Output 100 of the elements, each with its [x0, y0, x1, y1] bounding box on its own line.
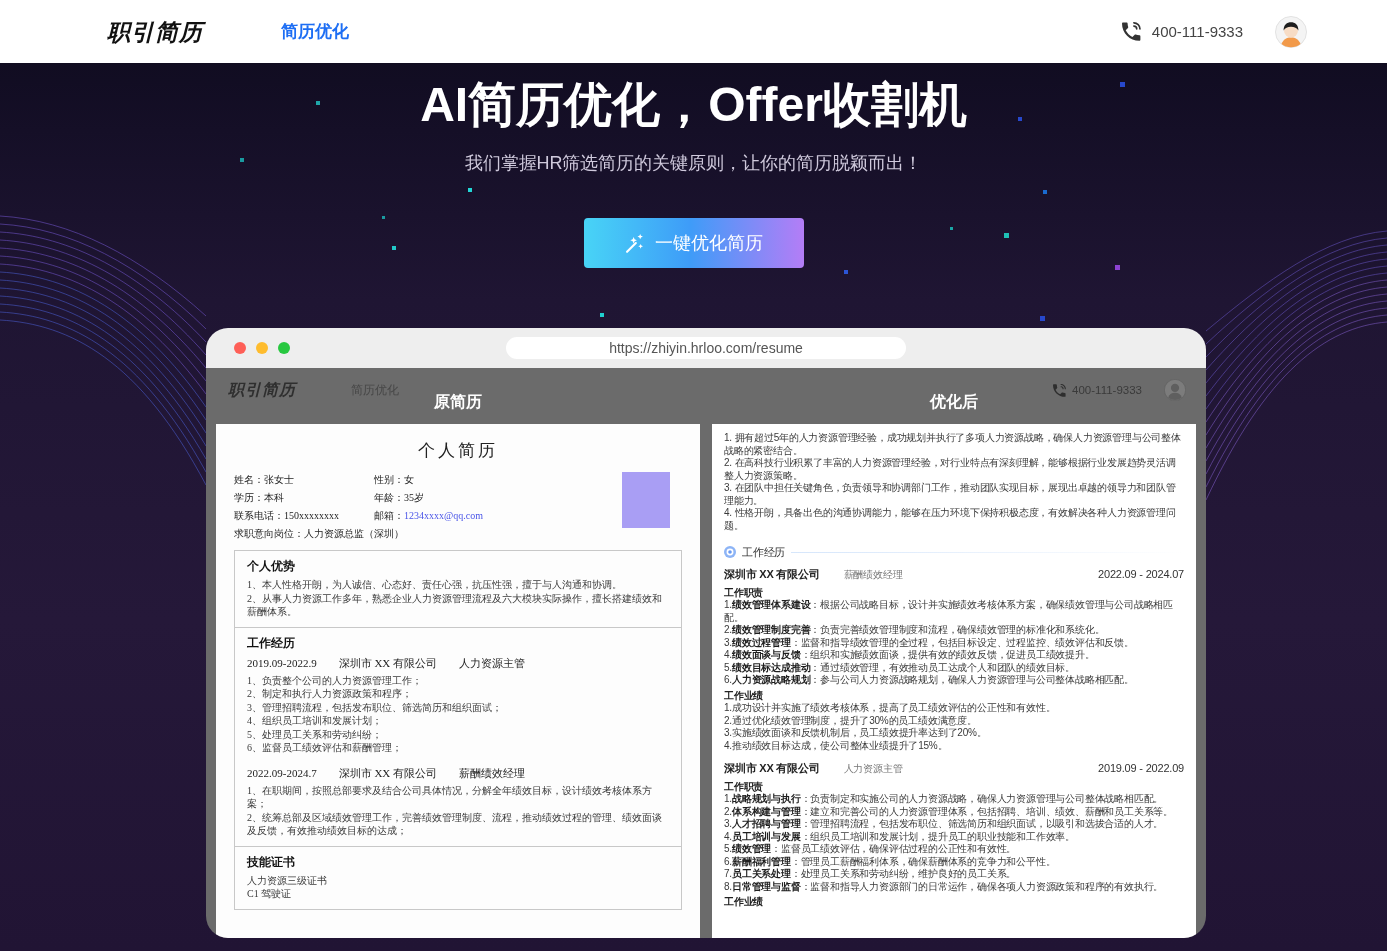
list-item: C1 驾驶证: [247, 887, 293, 901]
duty-item: 1、负责整个公司的人力资源管理工作；: [247, 673, 423, 687]
field-label: 年龄：: [374, 492, 404, 503]
company-name: 深圳市 XX 有限公司: [724, 761, 820, 775]
section-heading: 工作经历: [742, 545, 786, 559]
section-bullet-icon: [724, 546, 736, 558]
particle-icon: [382, 216, 385, 219]
duty-item: 4.推动绩效目标达成，使公司整体业绩提升了15%。: [724, 739, 949, 752]
field-value: 150xxxxxxxx: [284, 510, 339, 521]
job-period: 2022.09-2024.7: [247, 765, 317, 781]
email-link[interactable]: 1234xxxx@qq.com: [404, 510, 483, 521]
field-value: 张女士: [264, 474, 294, 485]
job-title: 薪酬绩效经理: [459, 765, 526, 781]
optimize-button[interactable]: 一键优化简历: [583, 218, 804, 268]
field-label: 姓名：: [234, 474, 264, 485]
particle-icon: [950, 227, 953, 230]
particle-icon: [844, 270, 848, 274]
site-logo[interactable]: 职引简历: [228, 380, 296, 400]
company-name: 深圳市 XX 有限公司: [338, 765, 438, 781]
particle-icon: [1043, 190, 1047, 194]
list-item: 1、本人性格开朗，为人诚信、心态好、责任心强，抗压性强，擅于与人沟通和协调。: [247, 578, 623, 592]
field-label: 性别：: [374, 474, 404, 485]
particle-icon: [392, 246, 396, 250]
duty-item: 5、处理员工关系和劳动纠纷；: [247, 727, 383, 741]
particle-icon: [468, 188, 472, 192]
job-title: 人力资源主管: [459, 655, 526, 671]
field-label: 联系电话：: [234, 510, 284, 521]
magic-wand-icon: [624, 232, 645, 254]
phone-icon: [1053, 383, 1067, 397]
field-label: 求职意向岗位：: [234, 528, 304, 539]
particle-icon: [1040, 316, 1045, 321]
advantage-item: 4. 性格开朗，具备出色的沟通协调能力，能够在压力环境下保持积极态度，有效解决各种人力资源管理问题。: [724, 507, 1177, 532]
particle-icon: [1120, 82, 1125, 87]
avatar-icon: [1164, 379, 1186, 401]
duty-item: 4.员工培训与发展：组织员工培训和发展计划，提升员工的职业技能和工作效率。: [724, 830, 1076, 843]
phone-icon: [1121, 22, 1141, 41]
duty-item: 3.绩效过程管理：监督和指导绩效管理的全过程，包括目标设定、过程监控、绩效评估和反馈。: [724, 636, 1135, 649]
duty-item: 2.通过优化绩效管理制度，提升了30%的员工绩效满意度。: [724, 714, 978, 727]
panel-label: 优化后: [930, 393, 978, 410]
advantage-item: 3. 在团队中担任关键角色，负责领导和协调部门工作，推动团队实现目标，展现出卓越的领导力和团队管理能力。: [724, 482, 1177, 507]
job-title: 人力资源主管: [843, 763, 903, 776]
nav-link[interactable]: 简历优化: [281, 19, 349, 44]
field-value: 本科: [264, 492, 284, 503]
window-control-icon: [234, 342, 246, 354]
window-control-icon: [278, 342, 290, 354]
hero-title: AI简历优化，Offer收割机: [420, 77, 967, 133]
company-name: 深圳市 XX 有限公司: [724, 567, 820, 581]
duty-item: 1、在职期间，按照总部要求及结合公司具体情况，分解全年绩效目标，设计绩效考核体系方案；: [247, 783, 653, 811]
particle-icon: [240, 158, 244, 162]
hero-subtitle: 我们掌握HR筛选简历的关键原则，让你的简历脱颖而出！: [464, 152, 923, 175]
photo-placeholder: [622, 472, 670, 528]
duty-item: 1.战略规划与执行：负责制定和实施公司的人力资源战略，确保人力资源管理与公司整体战略相匹配。: [724, 793, 1165, 806]
section-heading: 技能证书: [247, 854, 296, 870]
resume-title: 个人简历: [418, 441, 498, 460]
field-label: 学历：: [234, 492, 264, 503]
job-period: 2019.09 - 2022.09: [1098, 762, 1184, 775]
duty-item: 2.绩效管理制度完善：负责完善绩效管理制度和流程，确保绩效管理的标准化和系统化。: [724, 624, 1106, 637]
particle-icon: [1004, 233, 1009, 238]
duty-item: 2.体系构建与管理：建立和完善公司的人力资源管理体系，包括招聘、培训、绩效、薪酬和员工关系等。: [724, 805, 1174, 818]
job-period: 2022.09 - 2024.07: [1098, 568, 1184, 581]
duty-item: 1.成功设计并实施了绩效考核体系，提高了员工绩效评估的公正性和有效性。: [724, 702, 1057, 715]
group-heading: 工作业绩: [724, 896, 765, 909]
duty-item: 1.绩效管理体系建设：根据公司战略目标，设计并实施绩效考核体系方案，确保绩效管理与公司战略相匹配。: [724, 599, 1174, 624]
job-title: 薪酬绩效经理: [843, 569, 903, 582]
advantage-item: 1. 拥有超过5年的人力资源管理经验，成功规划并执行了多项人力资源战略，确保人力资源管理与公司整体战略的紧密结合。: [724, 432, 1182, 457]
duty-item: 6、监督员工绩效评估和薪酬管理；: [247, 741, 403, 755]
duty-item: 6.薪酬福利管理：管理员工薪酬福利体系，确保薪酬体系的竞争力和公平性。: [724, 855, 1057, 868]
panel-label: 原简历: [434, 393, 482, 410]
duty-item: 8.日常管理与监督：监督和指导人力资源部门的日常运作，确保各项人力资源政策和程序的有效执行。: [724, 880, 1165, 893]
duty-item: 2、统筹总部及区域绩效管理工作，完善绩效管理制度、流程，推动绩效过程的管理、绩效面谈及反馈，有效推动绩效目标的达成；: [247, 810, 663, 838]
job-period: 2019.09-2022.9: [247, 655, 317, 671]
duty-item: 3、管理招聘流程，包括发布职位、筛选简历和组织面试；: [247, 700, 503, 714]
duty-item: 5.绩效管理：监督员工绩效评估，确保评估过程的公正性和有效性。: [724, 843, 1018, 856]
field-value: 35岁: [404, 492, 424, 503]
duty-item: 3.人才招聘与管理：管理招聘流程，包括发布职位、筛选简历和组织面试，以吸引和选拔合适的人才。: [724, 818, 1165, 831]
duty-item: 6.人力资源战略规划：参与公司人力资源战略规划，确保人力资源管理与公司整体战略相匹配。: [724, 674, 1135, 687]
list-item: 人力资源三级证书: [247, 873, 328, 887]
window-control-icon: [256, 342, 268, 354]
field-value: 女: [404, 474, 414, 485]
particle-icon: [316, 101, 320, 105]
duty-item: 4、组织员工培训和发展计划；: [247, 714, 383, 728]
group-heading: 工作业绩: [724, 689, 765, 702]
avatar-icon[interactable]: [1275, 15, 1307, 48]
duty-item: 7.员工关系处理：处理员工关系和劳动纠纷，维护良好的员工关系。: [724, 868, 1018, 881]
company-name: 深圳市 XX 有限公司: [338, 655, 438, 671]
duty-item: 5.绩效目标达成推动：通过绩效管理，有效推动员工达成个人和团队的绩效目标。: [724, 661, 1076, 674]
section-heading: 个人优势: [247, 559, 296, 574]
url-field: https://zhiyin.hrloo.com/resume: [506, 337, 906, 359]
phone-number: 400-111-9333: [1151, 21, 1243, 42]
duty-item: 4.绩效面谈与反馈：组织和实施绩效面谈，提供有效的绩效反馈，促进员工绩效提升。: [724, 649, 1096, 662]
group-heading: 工作职责: [724, 586, 765, 599]
particle-icon: [600, 313, 604, 317]
list-item: 2、从事人力资源工作多年，熟悉企业人力资源管理流程及六大模块实际操作，擅长搭建绩效和薪酬体系。: [247, 591, 663, 619]
section-heading: 工作经历: [247, 635, 296, 651]
duty-item: 2、制定和执行人力资源政策和程序；: [247, 687, 413, 701]
particle-icon: [1018, 117, 1022, 121]
advantage-item: 2. 在高科技行业积累了丰富的人力资源管理经验，对行业特点有深刻理解，能够根据行业发展趋势灵活调整人力资源策略。: [724, 457, 1177, 482]
field-label: 邮箱：: [374, 510, 404, 521]
duty-item: 3.实施绩效面谈和反馈机制后，员工绩效提升率达到了20%。: [724, 727, 988, 740]
field-value: 人力资源总监（深圳）: [304, 528, 404, 539]
